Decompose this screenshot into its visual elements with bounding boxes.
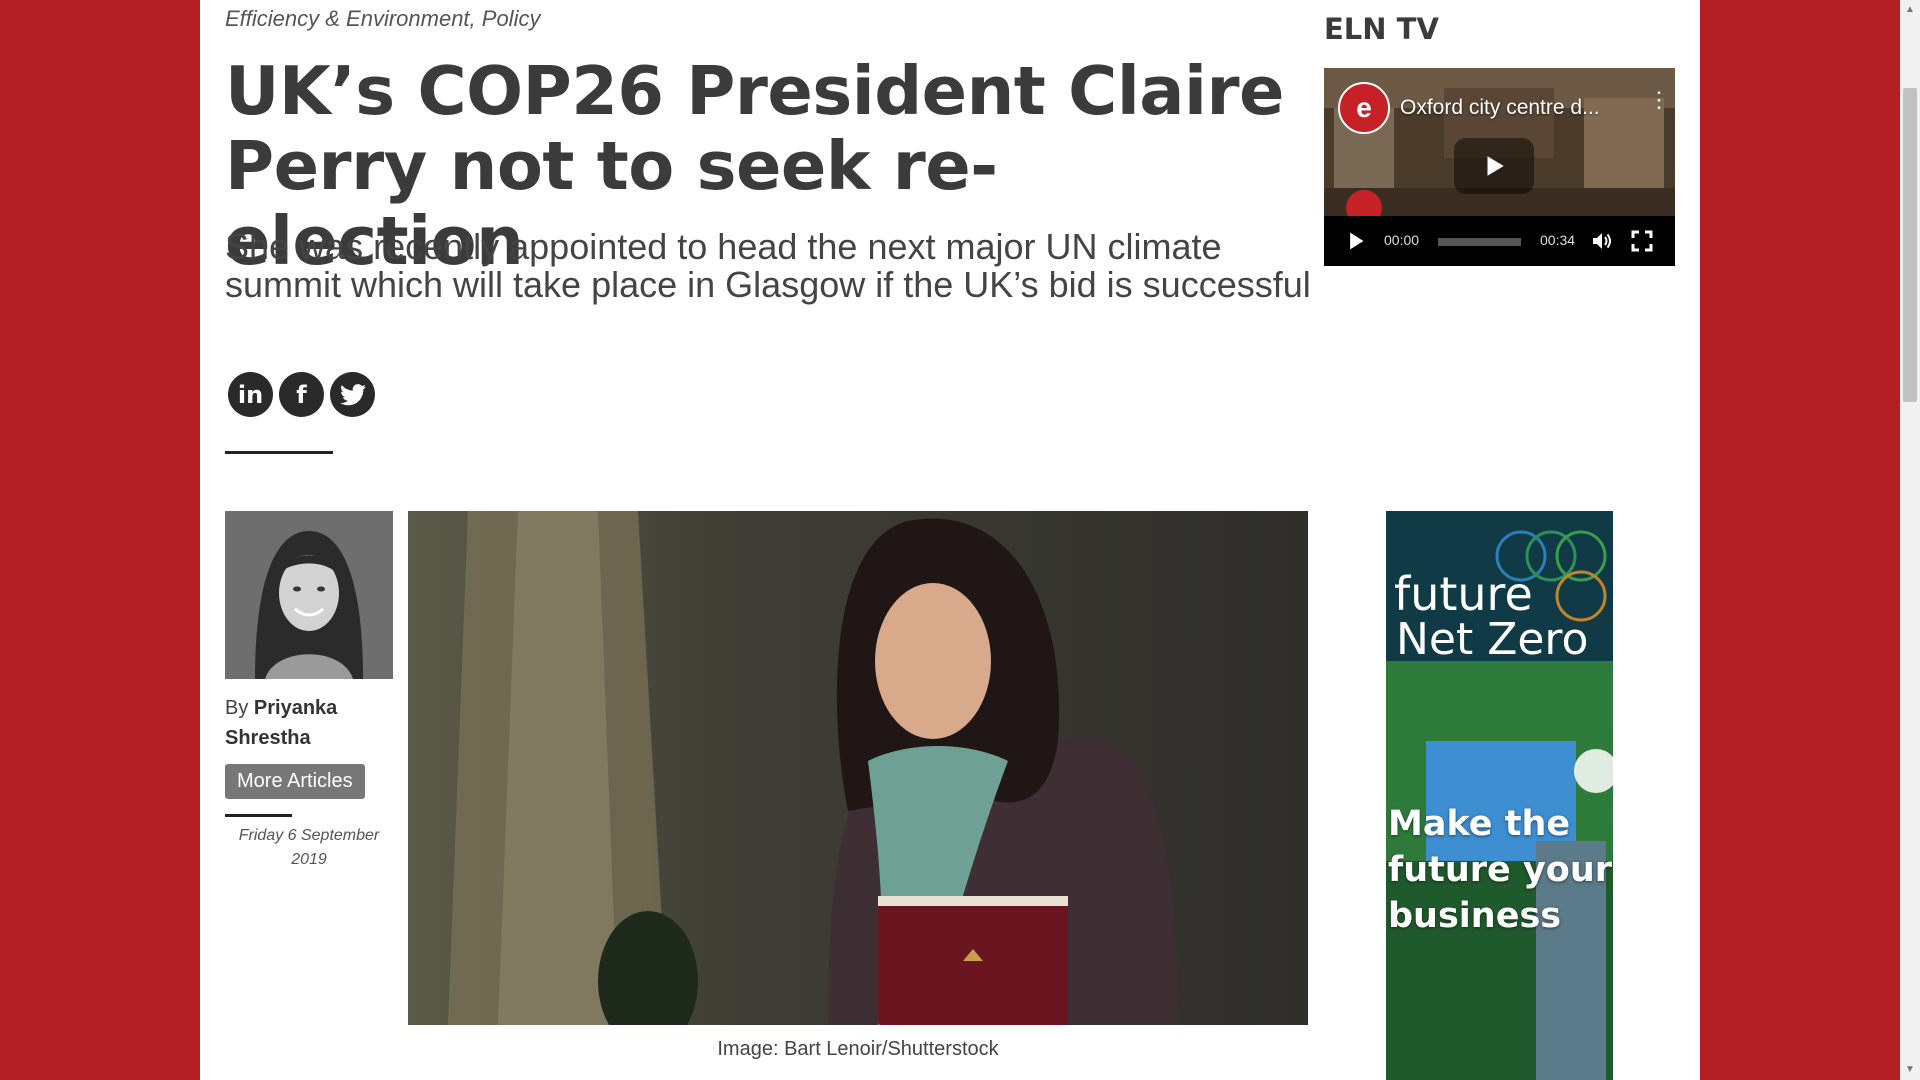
article-page: Efficiency & Environment, Policy UK’s CO…	[200, 0, 1700, 1080]
ad-brand-line2: Net Zero	[1396, 614, 1589, 665]
title-divider	[225, 451, 333, 454]
current-time: 00:00	[1384, 232, 1420, 248]
more-articles-button[interactable]: More Articles	[225, 764, 365, 799]
article-category[interactable]: Efficiency & Environment, Policy	[225, 6, 540, 32]
image-caption: Image: Bart Lenoir/Shutterstock	[717, 1038, 999, 1060]
twitter-icon[interactable]	[330, 372, 375, 417]
author-byline: By Priyanka Shrestha	[225, 693, 395, 753]
seek-bar[interactable]	[1438, 238, 1521, 246]
more-options-icon[interactable]: ⋮	[1648, 89, 1670, 111]
byline-prefix: By	[225, 697, 249, 719]
advertisement-banner[interactable]: future Net Zero Make the future your bus…	[1386, 511, 1613, 1080]
scroll-up-icon[interactable]: ▲	[1900, 0, 1920, 20]
publish-date: Friday 6 September 2019	[238, 827, 380, 868]
scrollbar-thumb[interactable]	[1903, 88, 1917, 402]
article-hero-image	[408, 511, 1308, 1025]
facebook-icon[interactable]: f	[279, 372, 324, 417]
fullscreen-icon[interactable]	[1630, 229, 1654, 253]
author-avatar[interactable]	[225, 511, 393, 679]
article-subtitle: She was recently appointed to head the n…	[225, 226, 1311, 305]
play-icon[interactable]	[1346, 231, 1366, 251]
page-scrollbar[interactable]: ▲ ▼	[1900, 0, 1920, 1080]
ad-brand-line1: future	[1394, 567, 1533, 621]
volume-icon[interactable]	[1590, 229, 1614, 253]
play-overlay-button[interactable]	[1454, 138, 1534, 194]
ad-tagline: Make the future your business	[1388, 804, 1613, 936]
channel-logo-icon[interactable]: e	[1338, 82, 1390, 134]
scroll-down-icon[interactable]: ▼	[1900, 1060, 1920, 1080]
video-title[interactable]: Oxford city centre d...	[1400, 96, 1600, 120]
duration: 00:34	[1540, 232, 1576, 248]
video-controls: 00:00 00:34	[1324, 216, 1675, 266]
video-player[interactable]: e Oxford city centre d... ⋮ 00:00 00:34	[1324, 68, 1675, 266]
date-divider	[225, 814, 292, 817]
linkedin-icon[interactable]: in	[228, 372, 273, 417]
share-buttons: in f	[228, 372, 375, 417]
eln-tv-heading: ELN TV	[1324, 12, 1439, 46]
